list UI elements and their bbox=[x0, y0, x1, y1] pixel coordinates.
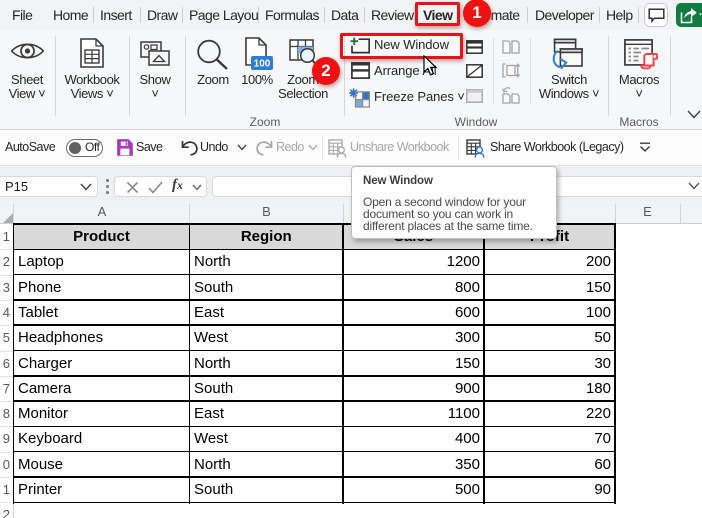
svg-text:100: 100 bbox=[254, 59, 271, 70]
